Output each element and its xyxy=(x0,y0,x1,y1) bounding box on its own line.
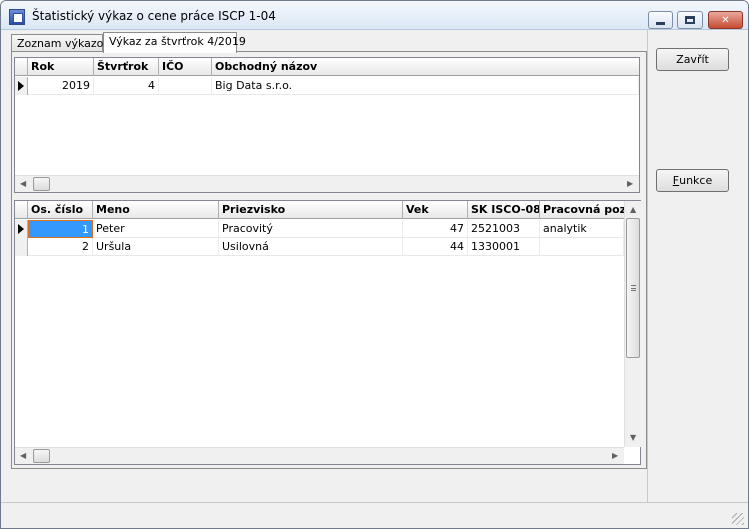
cell-os-cislo[interactable]: 1 xyxy=(28,220,93,238)
employee-grid-header: Os. číslo Meno Priezvisko Vek SK ISCO-08… xyxy=(15,201,624,219)
header-indicator xyxy=(15,201,28,219)
col-pracovna-pozicia[interactable]: Pracovná pozí xyxy=(540,201,624,219)
cell-priezvisko[interactable]: Usilovná xyxy=(219,238,403,256)
status-bar xyxy=(1,502,748,528)
scroll-right-icon[interactable]: ▶ xyxy=(612,451,618,460)
employee-grid-vscrollbar[interactable]: ▲ ▼ xyxy=(624,201,641,447)
col-os-cislo[interactable]: Os. číslo xyxy=(28,201,93,219)
employee-grid[interactable]: Os. číslo Meno Priezvisko Vek SK ISCO-08… xyxy=(14,200,641,465)
row-indicator xyxy=(15,238,28,256)
cell-pracovna-pozicia[interactable] xyxy=(540,238,624,256)
cell-pracovna-pozicia[interactable]: analytik xyxy=(540,220,624,238)
app-icon xyxy=(9,9,25,25)
cell-obchodny-nazov[interactable]: Big Data s.r.o. xyxy=(212,77,639,95)
minimize-button[interactable] xyxy=(648,11,673,29)
grip-icon xyxy=(631,285,636,291)
main-window: Štatistický výkaz o cene práce ISCP 1-04… xyxy=(0,0,749,529)
report-grid[interactable]: Rok Štvrťrok IČO Obchodný názov 2019 4 B… xyxy=(14,57,640,193)
col-sk-isco[interactable]: SK ISCO-08 xyxy=(468,201,540,219)
current-row-arrow-icon xyxy=(18,224,24,234)
cell-vek[interactable]: 44 xyxy=(403,238,468,256)
col-stvrtrok[interactable]: Štvrťrok xyxy=(94,58,159,76)
cell-ico[interactable] xyxy=(159,77,212,95)
scroll-left-icon[interactable]: ◀ xyxy=(20,179,26,188)
employee-grid-hscrollbar[interactable]: ◀ ▶ xyxy=(15,447,624,464)
cell-sk-isco[interactable]: 2521003 xyxy=(468,220,540,238)
vscroll-thumb[interactable] xyxy=(626,218,640,358)
scroll-right-icon[interactable]: ▶ xyxy=(627,179,633,188)
hscroll-thumb[interactable] xyxy=(33,449,50,463)
functions-button-label: unkce xyxy=(679,174,713,187)
close-button-label: Zavřít xyxy=(676,53,709,66)
hscroll-thumb[interactable] xyxy=(33,177,50,191)
panel-divider xyxy=(647,30,648,502)
minimize-icon xyxy=(656,21,665,25)
col-vek[interactable]: Vek xyxy=(403,201,468,219)
table-row[interactable]: 1 Peter Pracovitý 47 2521003 analytik xyxy=(15,220,640,238)
current-row-arrow-icon xyxy=(18,81,24,91)
report-grid-hscrollbar[interactable]: ◀ ▶ xyxy=(15,175,639,192)
cell-meno[interactable]: Peter xyxy=(93,220,219,238)
cell-meno[interactable]: Uršula xyxy=(93,238,219,256)
cell-vek[interactable]: 47 xyxy=(403,220,468,238)
cell-sk-isco[interactable]: 1330001 xyxy=(468,238,540,256)
col-obchodny-nazov[interactable]: Obchodný názov xyxy=(212,58,639,76)
close-window-button[interactable]: ✕ xyxy=(708,11,743,29)
table-row[interactable]: 2 Uršula Usilovná 44 1330001 xyxy=(15,238,640,256)
scroll-left-icon[interactable]: ◀ xyxy=(20,451,26,460)
scroll-up-icon[interactable]: ▲ xyxy=(630,205,636,214)
row-indicator xyxy=(15,77,28,95)
col-ico[interactable]: IČO xyxy=(159,58,212,76)
close-button[interactable]: Zavřít xyxy=(656,48,729,71)
functions-button[interactable]: Funkce xyxy=(656,169,729,192)
window-title: Štatistický výkaz o cene práce ISCP 1-04 xyxy=(32,9,276,23)
resize-grip-icon[interactable] xyxy=(732,513,744,525)
cell-os-cislo[interactable]: 2 xyxy=(28,238,93,256)
cell-stvrtrok[interactable]: 4 xyxy=(94,77,159,95)
col-meno[interactable]: Meno xyxy=(93,201,219,219)
row-indicator xyxy=(15,220,28,238)
table-row[interactable]: 2019 4 Big Data s.r.o. xyxy=(15,77,639,95)
tab-vykaz-za-stvrtrok[interactable]: Výkaz za štvrťrok 4/2019 xyxy=(103,32,246,53)
maximize-icon xyxy=(685,16,695,24)
cell-priezvisko[interactable]: Pracovitý xyxy=(219,220,403,238)
report-grid-header: Rok Štvrťrok IČO Obchodný názov xyxy=(15,58,639,76)
title-bar[interactable]: Štatistický výkaz o cene práce ISCP 1-04… xyxy=(1,1,748,30)
header-indicator xyxy=(15,58,28,76)
close-icon: ✕ xyxy=(721,14,730,26)
tab-zoznam-vykazov[interactable]: Zoznam výkazov xyxy=(11,34,110,52)
col-priezvisko[interactable]: Priezvisko xyxy=(219,201,403,219)
maximize-button[interactable] xyxy=(677,11,703,29)
cell-rok[interactable]: 2019 xyxy=(28,77,94,95)
scroll-down-icon[interactable]: ▼ xyxy=(630,433,636,442)
col-rok[interactable]: Rok xyxy=(28,58,94,76)
